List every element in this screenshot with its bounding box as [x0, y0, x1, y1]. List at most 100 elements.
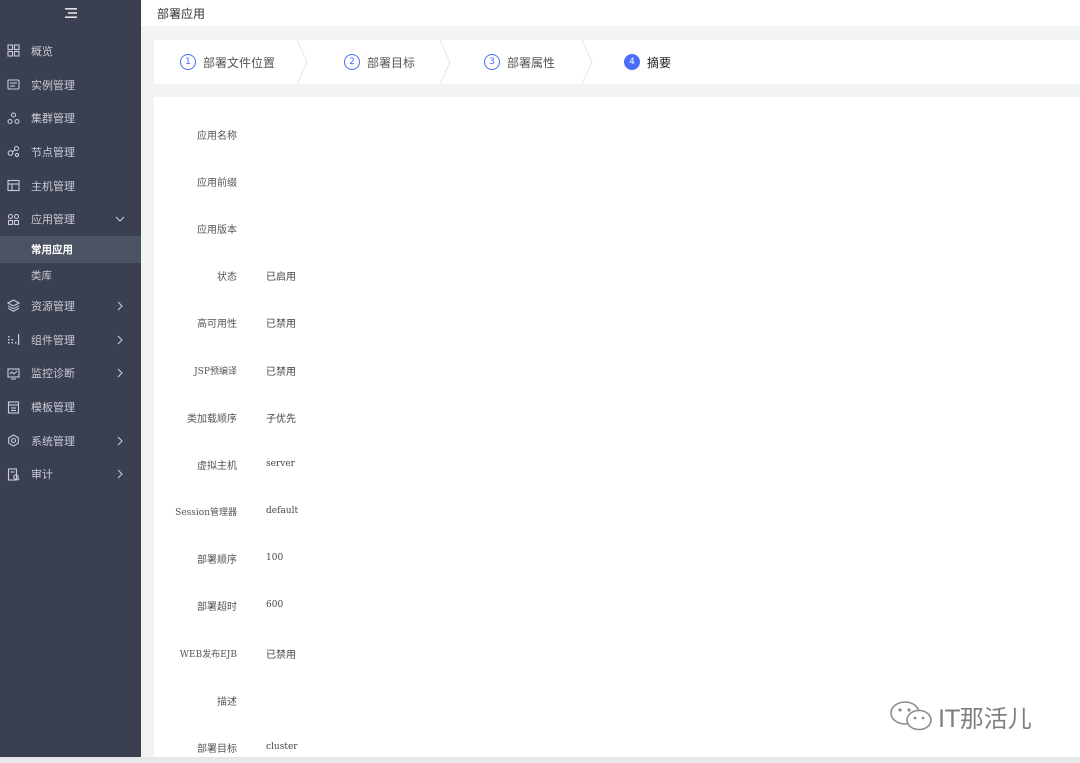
wizard-steps: 1 部署文件位置 2 部署目标 3 部署属性 4 摘要: [154, 40, 1080, 84]
step-label: 部署目标: [367, 55, 416, 70]
step-deploy-properties[interactable]: 3 部署属性: [484, 40, 555, 84]
sidebar-item-label: 实例管理: [31, 78, 75, 92]
sidebar-item-clusters[interactable]: 集群管理: [0, 101, 141, 135]
step-deploy-file-location[interactable]: 1 部署文件位置: [180, 40, 275, 84]
sidebar-item-label: 资源管理: [31, 299, 75, 313]
summary-row-deploy-order: 部署顺序 100: [154, 548, 1080, 568]
sidebar-menu-secondary: 资源管理 组件管理 监控诊断 模板管理 系统管理 审计: [0, 289, 141, 491]
field-value: 100: [266, 553, 284, 563]
menu-fold-icon: [64, 8, 77, 18]
step-number: 2: [344, 54, 360, 70]
sidebar-item-label: 节点管理: [31, 145, 75, 159]
summary-row-virtual-host: 虚拟主机 server: [154, 454, 1080, 474]
resource-icon: [6, 299, 20, 313]
dashboard-icon: [6, 44, 20, 58]
sidebar-item-label: 主机管理: [31, 179, 75, 193]
field-value: 已禁用: [266, 366, 296, 378]
sidebar-item-templates[interactable]: 模板管理: [0, 390, 141, 424]
field-label: 部署目标: [197, 743, 237, 755]
sidebar-item-overview[interactable]: 概览: [0, 34, 141, 68]
main-content: 部署应用 1 部署文件位置 2 部署目标 3 部署属性 4 摘要 应用名称 应用…: [141, 0, 1080, 763]
summary-row-deploy-target: 部署目标 cluster: [154, 737, 1080, 757]
field-value: 已禁用: [266, 649, 296, 661]
sidebar-subitem-label: 类库: [31, 270, 52, 283]
sidebar-item-label: 审计: [31, 468, 53, 482]
app-icon: [6, 212, 20, 226]
step-number: 1: [180, 54, 196, 70]
chevron-right-icon: [115, 368, 125, 378]
monitor-icon: [6, 366, 20, 380]
host-icon: [6, 179, 20, 193]
watermark: IT那活儿: [888, 698, 1032, 734]
bottom-strip: [0, 757, 1080, 763]
sidebar-item-instances[interactable]: 实例管理: [0, 68, 141, 102]
sidebar-item-resources[interactable]: 资源管理: [0, 289, 141, 323]
sidebar: 概览 实例管理 集群管理 节点管理 主机管理 应用管理 常用应用 类库 资源管理…: [0, 0, 141, 763]
field-label: 状态: [217, 271, 237, 283]
template-icon: [6, 400, 20, 414]
summary-row-app-prefix: 应用前缀: [154, 171, 1080, 191]
field-value: default: [266, 506, 299, 516]
chevron-down-icon: [115, 214, 125, 224]
summary-panel: 应用名称 应用前缀 应用版本 状态 已启用 高可用性 已禁用 JSP预编译 已禁…: [154, 97, 1080, 763]
summary-row-classload-order: 类加载顺序 子优先: [154, 407, 1080, 427]
step-separator: [440, 40, 451, 84]
sidebar-item-label: 模板管理: [31, 401, 75, 415]
sidebar-subitem-common-apps[interactable]: 常用应用: [0, 236, 141, 263]
step-label: 摘要: [647, 55, 672, 70]
component-icon: [6, 333, 20, 347]
node-icon: [6, 145, 20, 159]
summary-row-app-name: 应用名称: [154, 124, 1080, 144]
field-label: 类加载顺序: [187, 413, 237, 425]
field-value: 子优先: [266, 413, 296, 425]
sidebar-item-label: 应用管理: [31, 213, 75, 227]
sidebar-item-components[interactable]: 组件管理: [0, 323, 141, 357]
field-label: 部署超时: [197, 601, 237, 613]
sidebar-subitem-libraries[interactable]: 类库: [0, 263, 141, 290]
summary-row-high-availability: 高可用性 已禁用: [154, 312, 1080, 332]
field-label: 应用版本: [197, 224, 237, 236]
step-label: 部署文件位置: [203, 55, 276, 70]
sidebar-item-applications[interactable]: 应用管理: [0, 202, 141, 236]
field-label: 虚拟主机: [197, 460, 237, 472]
sidebar-menu: 概览 实例管理 集群管理 节点管理 主机管理 应用管理: [0, 34, 141, 236]
field-value: 已启用: [266, 271, 296, 283]
field-value: 600: [266, 600, 284, 610]
step-number: 3: [484, 54, 500, 70]
summary-row-status: 状态 已启用: [154, 265, 1080, 285]
field-value: cluster: [266, 742, 298, 752]
sidebar-item-hosts[interactable]: 主机管理: [0, 169, 141, 203]
step-deploy-target[interactable]: 2 部署目标: [344, 40, 415, 84]
sidebar-item-system[interactable]: 系统管理: [0, 424, 141, 458]
summary-row-web-ejb: WEB发布EJB 已禁用: [154, 643, 1080, 663]
field-value: 已禁用: [266, 318, 296, 330]
watermark-text: IT那活儿: [938, 704, 1032, 733]
sidebar-item-label: 系统管理: [31, 434, 75, 448]
step-number: 4: [624, 54, 640, 70]
page-title: 部署应用: [157, 6, 206, 21]
step-separator: [297, 40, 308, 84]
sidebar-item-label: 集群管理: [31, 112, 75, 126]
step-summary[interactable]: 4 摘要: [624, 40, 671, 84]
sidebar-submenu: 常用应用 类库: [0, 236, 141, 289]
field-label: 高可用性: [197, 318, 237, 330]
field-label: WEB发布EJB: [179, 649, 237, 660]
summary-row-jsp-precompile: JSP预编译 已禁用: [154, 360, 1080, 380]
page-header: 部署应用: [141, 0, 1080, 26]
field-label: 应用前缀: [197, 177, 237, 189]
audit-icon: [6, 467, 20, 481]
sidebar-item-label: 组件管理: [31, 333, 75, 347]
field-label: 应用名称: [197, 130, 237, 142]
sidebar-toggle-button[interactable]: [0, 0, 141, 26]
chevron-right-icon: [115, 301, 125, 311]
field-value: server: [266, 459, 295, 469]
instance-icon: [6, 78, 20, 92]
field-label: JSP预编译: [194, 366, 237, 377]
sidebar-item-monitoring[interactable]: 监控诊断: [0, 357, 141, 391]
field-label: 部署顺序: [197, 554, 237, 566]
summary-row-session-manager: Session管理器 default: [154, 501, 1080, 521]
chevron-right-icon: [115, 335, 125, 345]
step-separator: [582, 40, 593, 84]
sidebar-item-nodes[interactable]: 节点管理: [0, 135, 141, 169]
sidebar-item-audit[interactable]: 审计: [0, 458, 141, 492]
